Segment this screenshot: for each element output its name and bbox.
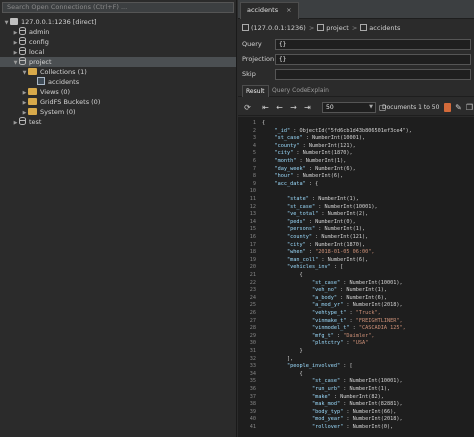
copy-icon[interactable]: ❐ xyxy=(464,102,474,113)
last-page-icon[interactable]: ⇥ xyxy=(302,102,313,113)
tree-item-label: Views (0) xyxy=(40,88,71,96)
collection-icon xyxy=(37,77,45,85)
tree-item[interactable]: ▼ 127.0.0.1:1236 [direct] xyxy=(0,17,236,27)
database-icon xyxy=(19,27,26,35)
projection-label: Projection xyxy=(242,55,275,63)
tree-item[interactable]: ▼ Collections (1) xyxy=(0,67,236,77)
tree-item[interactable]: ▶ System (0) xyxy=(0,107,236,117)
database-icon xyxy=(19,37,26,45)
skip-label: Skip xyxy=(242,70,256,78)
code-line: 41 "rollover" : NumberInt(0), xyxy=(238,423,474,431)
next-page-icon[interactable]: → xyxy=(288,102,299,113)
query-input[interactable]: {} xyxy=(275,39,471,50)
database-icon xyxy=(19,117,26,125)
app-root: Search Open Connections (Ctrl+F) ... ▼ 12… xyxy=(0,0,474,437)
tree-item-label: test xyxy=(29,118,42,126)
page-size-select[interactable]: 50 ▼ xyxy=(322,102,376,113)
lock-icon[interactable] xyxy=(444,103,451,112)
tab-bar: accidents × xyxy=(238,0,474,19)
refresh-icon[interactable]: ⟳ xyxy=(242,102,253,113)
server-icon xyxy=(242,24,249,31)
breadcrumb: (127.0.0.1:1236) > project > accidents xyxy=(242,23,400,34)
tree-item-label: GridFS Buckets (0) xyxy=(40,98,101,106)
page-size-value: 50 xyxy=(326,104,334,111)
folder-icon xyxy=(28,108,37,115)
line-number: 41 xyxy=(249,424,256,430)
tree-item-label: accidents xyxy=(48,78,80,86)
close-icon[interactable]: × xyxy=(286,6,291,14)
tree-item[interactable]: accidents xyxy=(0,77,236,87)
folder-icon xyxy=(28,68,37,75)
chevron-down-icon: ▼ xyxy=(369,104,373,110)
first-page-icon[interactable]: ⇤ xyxy=(260,102,271,113)
breadcrumb-collection[interactable]: accidents xyxy=(369,24,400,32)
tree-item-label: Collections (1) xyxy=(40,68,87,76)
tree-item-label: admin xyxy=(29,28,50,36)
tree-item[interactable]: ▶ local xyxy=(0,47,236,57)
collection-icon xyxy=(360,24,368,31)
search-connections-input[interactable]: Search Open Connections (Ctrl+F) ... xyxy=(2,2,234,13)
tree-item[interactable]: ▶ test xyxy=(0,117,236,127)
prev-page-icon[interactable]: ← xyxy=(274,102,285,113)
chevron-right-icon[interactable]: ▶ xyxy=(12,118,19,128)
skip-input[interactable] xyxy=(275,69,471,80)
result-toolbar: ⟳ ⇤ ← → ⇥ 50 ▼ ▢ Documents 1 to 50 ✎ ❐ xyxy=(238,99,474,116)
connection-tree-panel: Search Open Connections (Ctrl+F) ... ▼ 12… xyxy=(0,0,237,437)
edit-icon[interactable]: ✎ xyxy=(453,102,464,113)
code-text: "rollover" : NumberInt(0), xyxy=(311,424,394,430)
tree-item-label: config xyxy=(29,38,49,46)
result-tabs: Result Query Code Explain xyxy=(238,84,474,97)
breadcrumb-database[interactable]: project xyxy=(326,24,349,32)
tab-explain[interactable]: Explain xyxy=(304,85,332,97)
tree-item[interactable]: ▶ admin xyxy=(0,27,236,37)
tree-item-label: 127.0.0.1:1236 [direct] xyxy=(21,18,97,26)
tab-result[interactable]: Result xyxy=(242,85,269,97)
query-label: Query xyxy=(242,40,262,48)
database-icon xyxy=(317,24,325,31)
collection-panel: accidents × (127.0.0.1:1236) > project > acci… xyxy=(238,0,474,437)
tree-item-label: project xyxy=(29,58,52,66)
tree-item[interactable]: ▶ GridFS Buckets (0) xyxy=(0,97,236,107)
tab-accidents[interactable]: accidents × xyxy=(240,2,299,19)
chevron-right-icon: > xyxy=(308,24,315,32)
chevron-right-icon: > xyxy=(351,24,358,32)
server-icon xyxy=(10,18,18,25)
tree-item[interactable]: ▼ project xyxy=(0,57,236,67)
documents-range: Documents 1 to 50 xyxy=(382,104,440,111)
tree-item-label: local xyxy=(29,48,45,56)
tree-item[interactable]: ▶ config xyxy=(0,37,236,47)
breadcrumb-server[interactable]: (127.0.0.1:1236) xyxy=(251,24,306,32)
tree-item[interactable]: ▶ Views (0) xyxy=(0,87,236,97)
database-icon xyxy=(19,57,26,65)
folder-icon xyxy=(28,88,37,95)
tab-label: accidents xyxy=(247,6,279,14)
tree-item-label: System (0) xyxy=(40,108,76,116)
database-icon xyxy=(19,47,26,55)
projection-input[interactable]: {} xyxy=(275,54,471,65)
json-result-editor[interactable]: 1{2 "_id" : ObjectId("5fd6cb1d43b806501e… xyxy=(238,117,474,437)
folder-icon xyxy=(28,98,37,105)
